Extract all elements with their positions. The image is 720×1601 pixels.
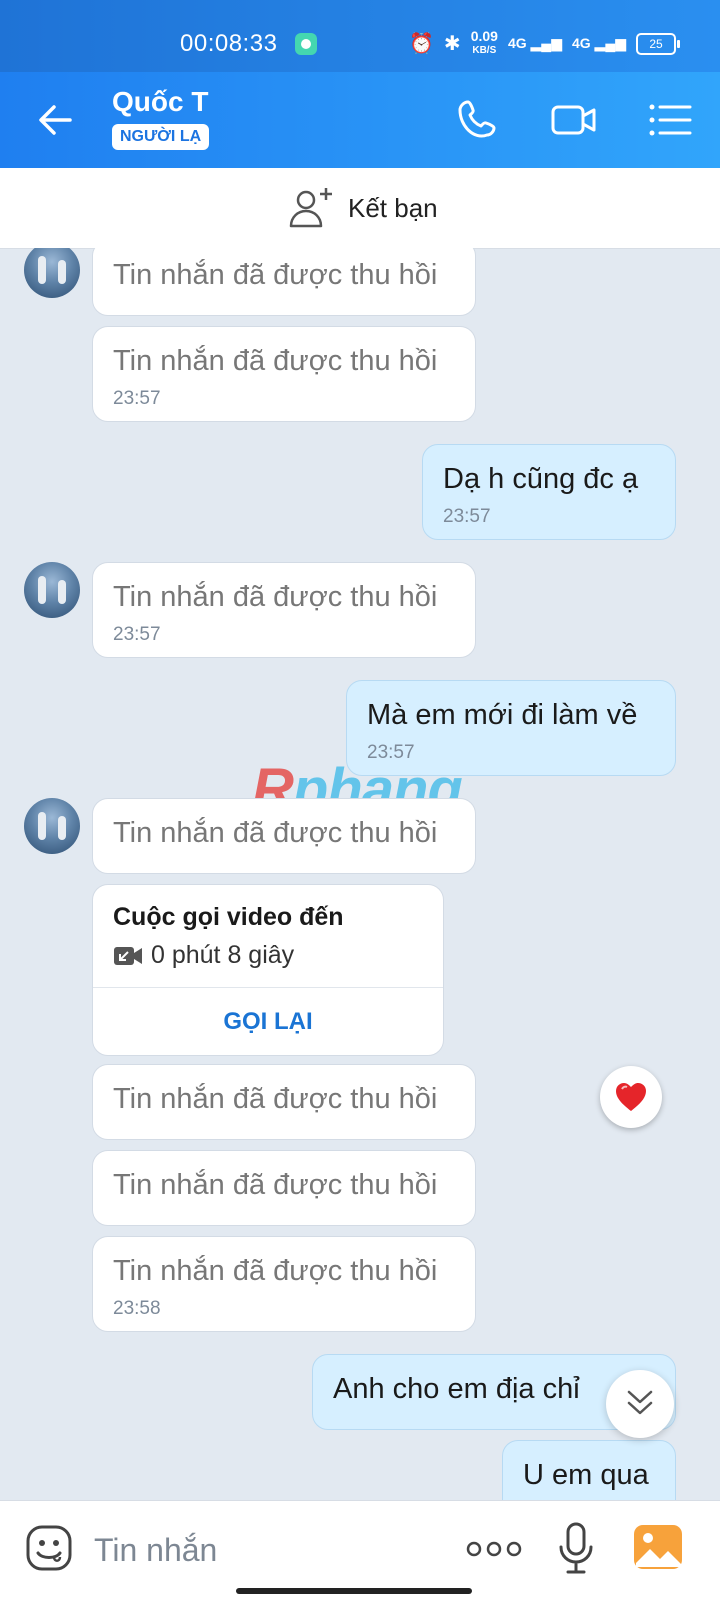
microphone-icon <box>559 1522 593 1574</box>
voice-record-button[interactable] <box>556 1521 596 1575</box>
phone-icon <box>458 100 496 138</box>
menu-button[interactable] <box>646 96 694 144</box>
message-list[interactable]: Tin nhắn đã được thu hồi Tin nhắn đã đượ… <box>0 248 720 1500</box>
voice-call-button[interactable] <box>456 96 504 144</box>
network-speed: 0.09 KB/S <box>470 28 498 56</box>
arrow-left-icon <box>39 105 72 135</box>
message-text: Dạ h cũng đc ạ <box>443 463 639 495</box>
list-menu-icon <box>649 104 692 136</box>
video-call-card[interactable]: Cuộc gọi video đến 0 phút 8 giây GỌI LẠI <box>92 884 444 1056</box>
add-friend-button[interactable]: Kết bạn <box>288 184 438 232</box>
add-friend-bar: Kết bạn <box>0 168 720 249</box>
double-chevron-down-icon <box>627 1390 653 1415</box>
emoji-icon <box>26 1525 72 1571</box>
contact-name[interactable]: Quốc T <box>112 86 208 118</box>
status-icons: ⏰ ✱ 0.09 KB/S 4G ▂▄▆ 4G ▂▄▆ 25 <box>409 28 680 57</box>
message-input[interactable] <box>92 1525 426 1575</box>
scroll-to-bottom-button[interactable] <box>606 1370 674 1438</box>
alarm-icon: ⏰ <box>409 32 434 55</box>
heart-icon <box>616 1083 646 1111</box>
message-text: Tin nhắn đã được thu hồi <box>113 1083 438 1115</box>
sticker-button[interactable] <box>24 1523 74 1573</box>
add-friend-label: Kết bạn <box>348 192 438 223</box>
message-time: 23:57 <box>443 506 491 527</box>
message-time: 23:58 <box>113 1298 161 1319</box>
app-notification-icon <box>295 33 317 55</box>
message-text: U em qua <box>523 1459 649 1491</box>
message-bubble-incoming[interactable]: Tin nhắn đã được thu hồi <box>92 1064 476 1140</box>
image-picker-button[interactable] <box>632 1523 684 1571</box>
message-bubble-incoming[interactable]: Tin nhắn đã được thu hồi 23:57 <box>92 562 476 658</box>
message-bubble-incoming[interactable]: Tin nhắn đã được thu hồi 23:58 <box>92 1236 476 1332</box>
avatar[interactable] <box>24 248 80 298</box>
back-button[interactable] <box>34 98 78 142</box>
message-text: Tin nhắn đã được thu hồi <box>113 1169 438 1201</box>
bluetooth-icon: ✱ <box>443 32 461 55</box>
message-text: Tin nhắn đã được thu hồi <box>113 1255 438 1287</box>
call-duration: 0 phút 8 giây <box>151 941 295 969</box>
video-call-button[interactable] <box>550 96 598 144</box>
avatar[interactable] <box>24 562 80 618</box>
call-title: Cuộc gọi video đến <box>113 903 344 931</box>
message-text: Tin nhắn đã được thu hồi <box>113 581 438 613</box>
chat-header: Quốc T NGƯỜI LẠ <box>0 72 720 168</box>
message-text: Mà em mới đi làm về <box>367 699 638 731</box>
message-bubble-incoming[interactable]: Tin nhắn đã được thu hồi <box>92 248 476 316</box>
image-icon <box>634 1525 682 1569</box>
message-bubble-incoming[interactable]: Tin nhắn đã được thu hồi 23:57 <box>92 326 476 422</box>
missed-video-icon <box>114 947 142 965</box>
more-options-button[interactable] <box>466 1537 522 1561</box>
message-time: 23:57 <box>113 388 161 409</box>
message-text: Tin nhắn đã được thu hồi <box>113 259 438 291</box>
status-bar: 00:08:33 ⏰ ✱ 0.09 KB/S 4G ▂▄▆ 4G ▂▄▆ 25 <box>0 0 720 72</box>
message-bubble-outgoing[interactable]: U em qua <box>502 1440 676 1500</box>
avatar[interactable] <box>24 798 80 854</box>
add-person-icon <box>289 188 332 228</box>
message-time: 23:57 <box>113 624 161 645</box>
battery-icon: 25 <box>636 32 680 55</box>
stranger-badge: NGƯỜI LẠ <box>112 124 210 150</box>
message-bubble-incoming[interactable]: Tin nhắn đã được thu hồi <box>92 798 476 874</box>
message-text: Tin nhắn đã được thu hồi <box>113 345 438 377</box>
signal-icon-2: 4G ▂▄▆ <box>571 35 626 51</box>
signal-icon-1: 4G ▂▄▆ <box>507 35 562 51</box>
more-dots-icon <box>466 1541 522 1557</box>
message-text: Tin nhắn đã được thu hồi <box>113 817 438 849</box>
home-indicator[interactable] <box>236 1588 472 1594</box>
message-input-bar <box>0 1500 720 1601</box>
call-back-button[interactable]: GỌI LẠI <box>93 987 443 1057</box>
video-camera-icon <box>551 105 596 135</box>
message-bubble-incoming[interactable]: Tin nhắn đã được thu hồi <box>92 1150 476 1226</box>
heart-reaction-button[interactable] <box>600 1066 662 1128</box>
message-bubble-outgoing[interactable]: Dạ h cũng đc ạ 23:57 <box>422 444 676 540</box>
status-time: 00:08:33 <box>180 30 278 57</box>
